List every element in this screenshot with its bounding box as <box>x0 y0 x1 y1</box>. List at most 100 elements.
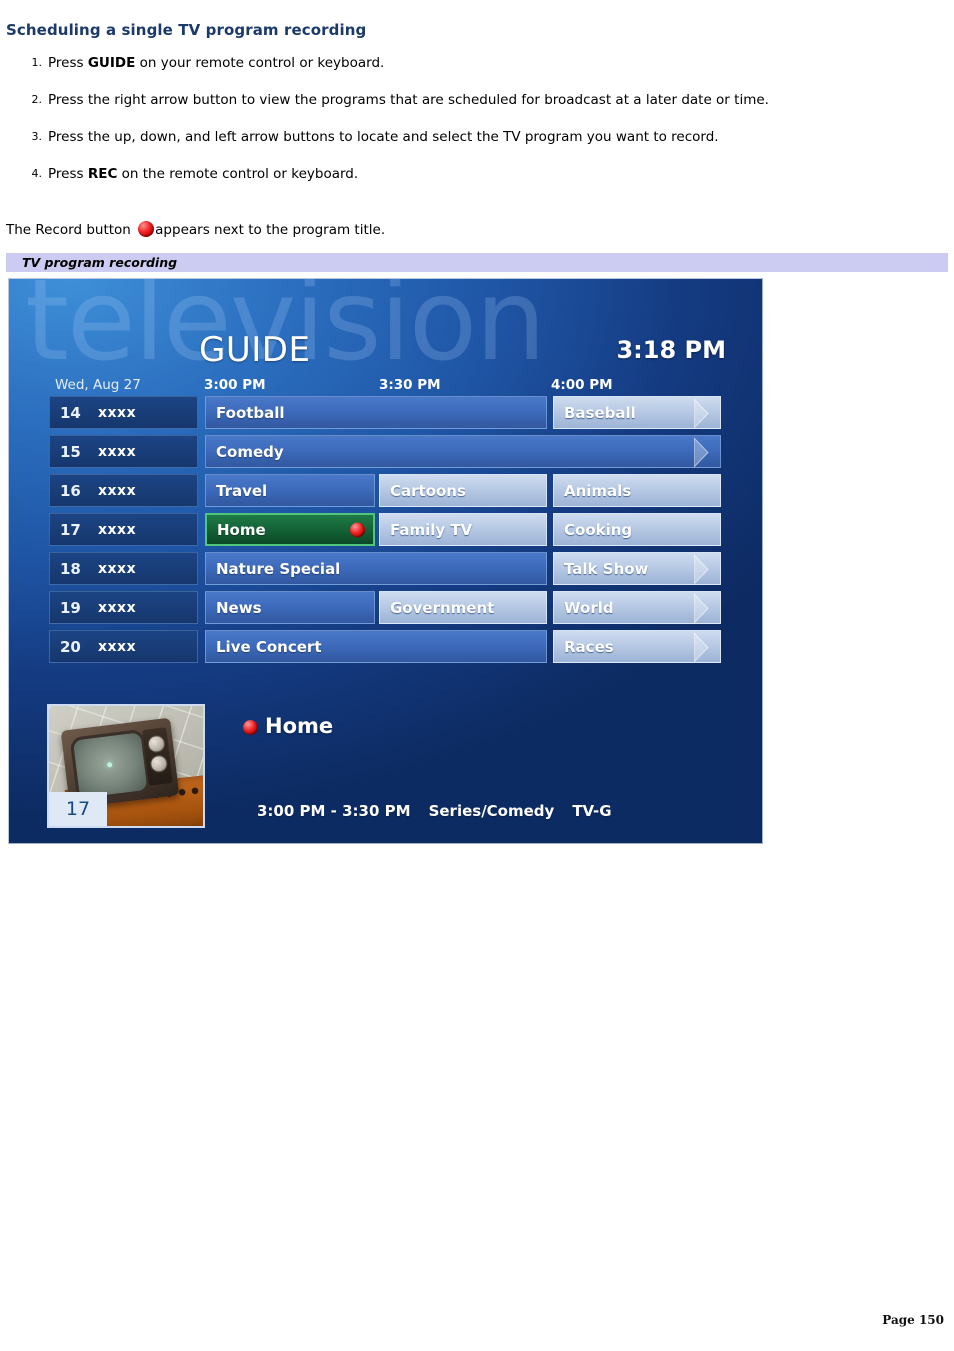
figure-caption-text: TV program recording <box>22 255 178 270</box>
record-note-text-before: The Record button <box>6 222 136 238</box>
channel-callsign: xxxx <box>98 405 137 421</box>
detail-program-meta: 3:00 PM - 3:30 PM Series/Comedy TV-G <box>257 802 612 820</box>
step-number: 2. <box>31 93 43 106</box>
program-label: Nature Special <box>216 559 341 578</box>
program-label: Cooking <box>564 520 633 539</box>
program-grid-row: 14 xxxx Football Baseball <box>49 396 721 429</box>
program-grid-row: 16 xxxx Travel Cartoons Animals <box>49 474 721 507</box>
procedure-step: 1. Press GUIDE on your remote control or … <box>0 55 900 92</box>
channel-cell[interactable]: 19 xxxx <box>49 591 198 624</box>
program-thumbnail: 17 <box>47 704 205 828</box>
channel-cell[interactable]: 16 xxxx <box>49 474 198 507</box>
step-text: Press REC on the remote control or keybo… <box>48 166 359 182</box>
program-cell[interactable]: Home <box>205 513 375 546</box>
channel-cell[interactable]: 15 xxxx <box>49 435 198 468</box>
procedure-steps: 1. Press GUIDE on your remote control or … <box>0 55 900 203</box>
channel-callsign: xxxx <box>98 561 137 577</box>
page-title: Scheduling a single TV program recording <box>6 21 367 39</box>
continues-arrow-icon <box>694 592 720 625</box>
program-label: Animals <box>564 481 632 500</box>
program-cell[interactable]: Live Concert <box>205 630 547 663</box>
channel-cell[interactable]: 18 xxxx <box>49 552 198 585</box>
figure-caption-bar: TV program recording <box>6 253 948 272</box>
step-text: Press the right arrow button to view the… <box>48 92 769 108</box>
step-text: Press the up, down, and left arrow butto… <box>48 129 719 145</box>
thumbnail-channel-badge: 17 <box>49 792 107 826</box>
time-column-header-2: 4:00 PM <box>551 377 613 393</box>
channel-callsign: xxxx <box>98 483 137 499</box>
channel-cell[interactable]: 14 xxxx <box>49 396 198 429</box>
thumbnail-tv-knob-upper <box>146 734 166 754</box>
channel-number: 17 <box>60 521 81 539</box>
channel-cell[interactable]: 20 xxxx <box>49 630 198 663</box>
continues-arrow-icon <box>694 553 720 586</box>
program-grid-row: 19 xxxx News Government World <box>49 591 721 624</box>
program-cell[interactable]: Government <box>379 591 547 624</box>
program-label: Home <box>217 520 266 539</box>
continues-arrow-icon <box>694 436 720 469</box>
detail-rating: TV-G <box>572 802 612 820</box>
program-label: Comedy <box>216 442 284 461</box>
time-column-header-0: 3:00 PM <box>204 377 266 393</box>
channel-number: 15 <box>60 443 81 461</box>
step-text: Press GUIDE on your remote control or ke… <box>48 55 385 71</box>
channel-number: 19 <box>60 599 81 617</box>
time-column-header-1: 3:30 PM <box>379 377 441 393</box>
program-grid-row: 15 xxxx Comedy <box>49 435 721 468</box>
program-label: Races <box>564 637 614 656</box>
program-label: Travel <box>216 481 268 500</box>
program-cell[interactable]: Comedy <box>205 435 721 468</box>
record-button-note: The Record button appears next to the pr… <box>6 221 385 238</box>
program-cell[interactable]: World <box>553 591 721 624</box>
program-cell[interactable]: Family TV <box>379 513 547 546</box>
channel-callsign: xxxx <box>98 639 137 655</box>
channel-callsign: xxxx <box>98 600 137 616</box>
procedure-step: 3. Press the up, down, and left arrow but… <box>0 129 900 166</box>
program-cell[interactable]: Cooking <box>553 513 721 546</box>
channel-callsign: xxxx <box>98 444 137 460</box>
program-cell[interactable]: Travel <box>205 474 375 507</box>
program-label: World <box>564 598 614 617</box>
detail-time-range: 3:00 PM - 3:30 PM <box>257 802 411 820</box>
channel-callsign: xxxx <box>98 522 137 538</box>
program-cell[interactable]: News <box>205 591 375 624</box>
channel-number: 18 <box>60 560 81 578</box>
program-label: Government <box>390 598 495 617</box>
program-grid-row: 20 xxxx Live Concert Races <box>49 630 721 663</box>
program-grid: 14 xxxx Football Baseball 15 xxxx Comedy 16 xxxx… <box>49 396 721 669</box>
program-label: Football <box>216 403 285 422</box>
program-cell[interactable]: Baseball <box>553 396 721 429</box>
detail-program-title: Home <box>265 714 334 738</box>
channel-cell[interactable]: 17 xxxx <box>49 513 198 546</box>
procedure-step: 4. Press REC on the remote control or key… <box>0 166 900 203</box>
program-label: Family TV <box>390 520 473 539</box>
program-detail-panel: 17 Home 3:00 PM - 3:30 PM Series/Comedy TV… <box>9 694 762 843</box>
recording-indicator-icon <box>350 522 365 537</box>
detail-genre: Series/Comedy <box>428 802 555 820</box>
step-number: 4. <box>31 167 43 180</box>
thumbnail-tv-knob-lower <box>149 754 169 774</box>
program-cell[interactable]: Races <box>553 630 721 663</box>
channel-number: 16 <box>60 482 81 500</box>
program-label: Live Concert <box>216 637 322 656</box>
program-cell[interactable]: Nature Special <box>205 552 547 585</box>
channel-number: 14 <box>60 404 81 422</box>
thumbnail-tv-screen <box>69 728 151 802</box>
program-cell[interactable]: Cartoons <box>379 474 547 507</box>
program-cell[interactable]: Talk Show <box>553 552 721 585</box>
procedure-step: 2. Press the right arrow button to view t… <box>0 92 900 129</box>
program-label: Cartoons <box>390 481 466 500</box>
guide-clock: 3:18 PM <box>616 336 726 364</box>
channel-number: 20 <box>60 638 81 656</box>
program-label: News <box>216 598 262 617</box>
step-number: 3. <box>31 130 43 143</box>
program-grid-row: 17 xxxx Home Family TV Cooking <box>49 513 721 546</box>
page-number: Page 150 <box>882 1313 944 1327</box>
continues-arrow-icon <box>694 631 720 664</box>
continues-arrow-icon <box>694 397 720 430</box>
guide-date: Wed, Aug 27 <box>55 377 141 393</box>
program-cell[interactable]: Football <box>205 396 547 429</box>
program-cell[interactable]: Animals <box>553 474 721 507</box>
program-grid-row: 18 xxxx Nature Special Talk Show <box>49 552 721 585</box>
record-button-icon <box>138 221 155 237</box>
